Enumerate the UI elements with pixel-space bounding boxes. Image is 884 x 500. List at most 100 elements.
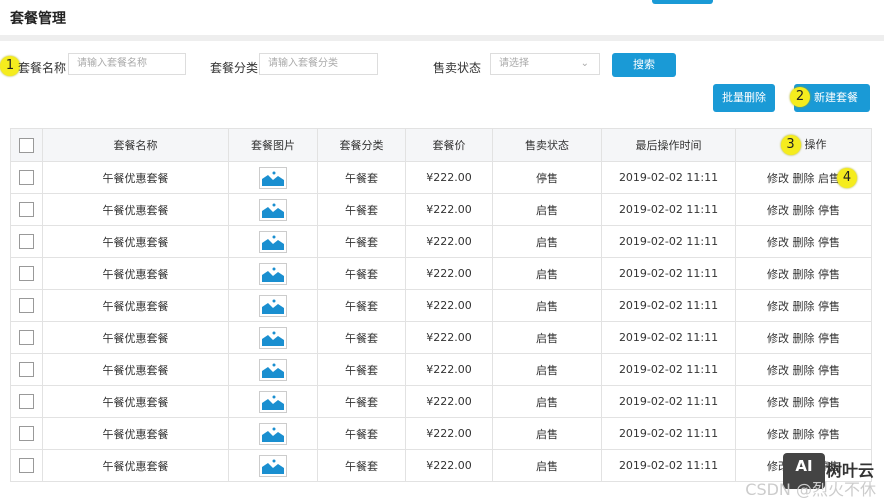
row-checkbox[interactable]	[19, 234, 34, 249]
table-row: 午餐优惠套餐 午餐套 ¥222.00 启售 2019-02-02 11:11 修…	[10, 417, 872, 450]
cell-category: 午餐套	[317, 225, 406, 258]
row-checkbox[interactable]	[19, 426, 34, 441]
name-filter-label: 套餐名称	[18, 61, 67, 75]
toggle-sale-link[interactable]: 停售	[818, 396, 840, 409]
col-time: 最后操作时间	[601, 128, 736, 162]
delete-link[interactable]: 删除	[793, 332, 815, 345]
cell-actions: 修改 删除 停售	[735, 257, 872, 290]
toggle-sale-link[interactable]: 停售	[818, 428, 840, 441]
cell-status: 启售	[492, 449, 602, 482]
cell-image	[228, 193, 318, 226]
toggle-sale-link[interactable]: 停售	[818, 364, 840, 377]
row-checkbox[interactable]	[19, 202, 34, 217]
edit-link[interactable]: 修改	[767, 172, 789, 185]
select-all-cell	[10, 128, 43, 162]
toggle-sale-link[interactable]: 停售	[818, 268, 840, 281]
cell-status: 启售	[492, 257, 602, 290]
cell-price: ¥222.00	[405, 321, 493, 354]
cell-actions: 修改 删除 停售	[735, 225, 872, 258]
cell-image	[228, 449, 318, 482]
row-checkbox[interactable]	[19, 298, 34, 313]
cell-price: ¥222.00	[405, 257, 493, 290]
annotation-badge-4: 4	[837, 168, 857, 188]
image-placeholder-icon	[259, 422, 287, 445]
cell-name: 午餐优惠套餐	[42, 417, 229, 450]
row-checkbox[interactable]	[19, 266, 34, 281]
table-row: 午餐优惠套餐 午餐套 ¥222.00 启售 2019-02-02 11:11 修…	[10, 257, 872, 290]
delete-link[interactable]: 删除	[793, 428, 815, 441]
cell-price: ¥222.00	[405, 193, 493, 226]
row-checkbox[interactable]	[19, 362, 34, 377]
cell-image	[228, 161, 318, 194]
edit-link[interactable]: 修改	[767, 428, 789, 441]
row-checkbox[interactable]	[19, 170, 34, 185]
cell-price: ¥222.00	[405, 385, 493, 418]
col-actions: 3 操作	[735, 128, 872, 162]
cell-category: 午餐套	[317, 193, 406, 226]
cell-actions: 修改 删除 停售	[735, 353, 872, 386]
category-filter-label: 套餐分类	[210, 61, 259, 75]
col-price: 套餐价	[405, 128, 493, 162]
search-button[interactable]: 搜索	[612, 53, 676, 77]
edit-link[interactable]: 修改	[767, 300, 789, 313]
cell-name: 午餐优惠套餐	[42, 193, 229, 226]
divider	[0, 35, 884, 41]
cell-price: ¥222.00	[405, 225, 493, 258]
watermark-source: CSDN @烈火不休	[745, 480, 876, 499]
edit-link[interactable]: 修改	[767, 204, 789, 217]
col-image: 套餐图片	[228, 128, 318, 162]
row-select-cell	[10, 225, 43, 258]
cell-image	[228, 385, 318, 418]
cell-status: 启售	[492, 193, 602, 226]
table-row: 午餐优惠套餐 午餐套 ¥222.00 停售 2019-02-02 11:11 修…	[10, 161, 872, 194]
edit-link[interactable]: 修改	[767, 332, 789, 345]
cell-image	[228, 417, 318, 450]
delete-link[interactable]: 删除	[793, 300, 815, 313]
cell-category: 午餐套	[317, 257, 406, 290]
toggle-sale-link[interactable]: 停售	[818, 300, 840, 313]
toggle-sale-link[interactable]: 停售	[818, 236, 840, 249]
batch-delete-button[interactable]: 批量删除	[713, 84, 775, 112]
combo-table: 套餐名称 套餐图片 套餐分类 套餐价 售卖状态 最后操作时间 3 操作 午餐优惠套…	[10, 128, 872, 482]
edit-link[interactable]: 修改	[767, 268, 789, 281]
cell-time: 2019-02-02 11:11	[601, 449, 736, 482]
cell-time: 2019-02-02 11:11	[601, 353, 736, 386]
delete-link[interactable]: 删除	[793, 236, 815, 249]
cell-category: 午餐套	[317, 321, 406, 354]
cell-time: 2019-02-02 11:11	[601, 257, 736, 290]
table-row: 午餐优惠套餐 午餐套 ¥222.00 启售 2019-02-02 11:11 修…	[10, 385, 872, 418]
cell-price: ¥222.00	[405, 161, 493, 194]
delete-link[interactable]: 删除	[793, 364, 815, 377]
toggle-sale-link[interactable]: 停售	[818, 204, 840, 217]
top-button-partial[interactable]	[652, 0, 713, 4]
cell-price: ¥222.00	[405, 449, 493, 482]
image-placeholder-icon	[259, 166, 287, 189]
row-checkbox[interactable]	[19, 330, 34, 345]
category-filter-input[interactable]: 请输入套餐分类	[259, 53, 378, 75]
select-all-checkbox[interactable]	[19, 137, 34, 153]
row-select-cell	[10, 321, 43, 354]
cell-category: 午餐套	[317, 449, 406, 482]
row-checkbox[interactable]	[19, 394, 34, 409]
name-filter-input[interactable]: 请输入套餐名称	[68, 53, 186, 75]
cell-image	[228, 353, 318, 386]
toggle-sale-link[interactable]: 停售	[818, 332, 840, 345]
table-row: 午餐优惠套餐 午餐套 ¥222.00 启售 2019-02-02 11:11 修…	[10, 193, 872, 226]
image-placeholder-icon	[259, 262, 287, 285]
delete-link[interactable]: 删除	[793, 268, 815, 281]
delete-link[interactable]: 删除	[793, 172, 815, 185]
annotation-badge-1: 1	[0, 56, 20, 76]
delete-link[interactable]: 删除	[793, 396, 815, 409]
delete-link[interactable]: 删除	[793, 204, 815, 217]
edit-link[interactable]: 修改	[767, 396, 789, 409]
col-status: 售卖状态	[492, 128, 602, 162]
edit-link[interactable]: 修改	[767, 236, 789, 249]
row-select-cell	[10, 289, 43, 322]
row-checkbox[interactable]	[19, 458, 34, 473]
status-filter-select[interactable]: 请选择 ⌄	[490, 53, 600, 75]
row-select-cell	[10, 417, 43, 450]
col-name: 套餐名称	[42, 128, 229, 162]
cell-actions: 修改 删除 启售 4	[735, 161, 872, 194]
edit-link[interactable]: 修改	[767, 364, 789, 377]
cell-image	[228, 321, 318, 354]
